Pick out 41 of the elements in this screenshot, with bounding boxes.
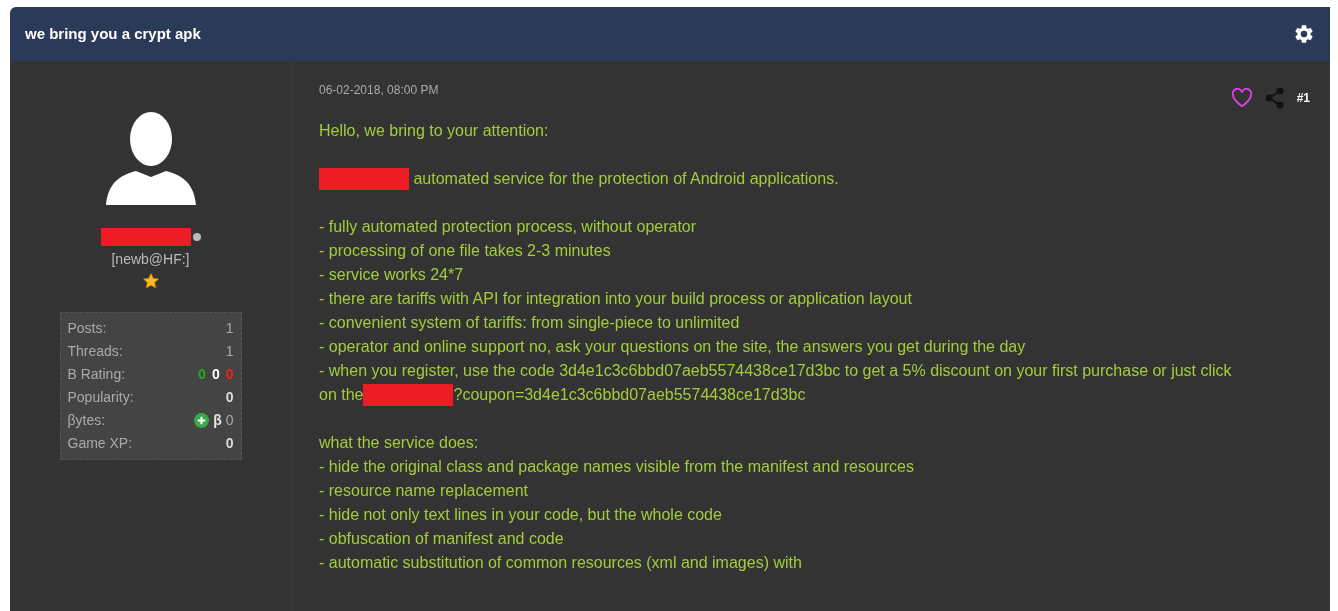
post-text: - automatic substitution of common resources (xml and images) with (319, 553, 802, 573)
post-text: - fully automated protection process, without operator (319, 217, 697, 237)
post-text: - when you register, use the code 3d4e1c3c6bbd07aeb5574438ce17d3bc to get a 5% discount on your first purchase or just click (319, 361, 1232, 381)
stat-label: βytes: (67, 411, 106, 430)
stat-value: 0 (225, 411, 234, 430)
stat-value: 1 (225, 342, 234, 361)
post-number[interactable]: #1 (1296, 89, 1310, 107)
rating-value: 0 (198, 365, 206, 384)
post-text: - there are tariffs with API for integration into your build process or application layout (319, 289, 912, 309)
star-icon (141, 272, 160, 290)
rating-value: 0 (211, 365, 220, 384)
post-text: - convenient system of tariffs: from single-piece to unlimited (319, 313, 740, 333)
post-date: 06-02-2018, 08:00 PM (319, 82, 439, 99)
post-text: - obfuscation of manifest and code (319, 529, 564, 549)
bytes-symbol: β (213, 411, 222, 430)
stat-label: Posts: (67, 319, 107, 338)
post-text: - hide not only text lines in your code, but the whole code (319, 505, 722, 525)
stat-label: Popularity: (67, 388, 134, 407)
stat-label: Threads: (67, 342, 123, 361)
stat-label: B Rating: (67, 365, 126, 384)
post-text: - operator and online support no, ask your questions on the site, the answers you get during the day (319, 337, 1026, 357)
settings-icon[interactable] (1293, 23, 1315, 45)
post-text: what the service does: (319, 433, 479, 453)
stat-value: 0 (225, 388, 234, 407)
stat-value: 0 (225, 434, 234, 453)
post-text: - service works 24*7 (319, 265, 464, 285)
post-text: ?coupon=3d4e1c3c6bbd07aeb5574438ce17d3bc (453, 385, 806, 405)
heart-icon[interactable] (1230, 88, 1253, 108)
post-text: - hide the original class and package names visible from the manifest and resources (319, 457, 914, 477)
post-text: Hello, we bring to your attention: (319, 121, 549, 141)
post-text: - resource name replacement (319, 481, 528, 501)
rating-value: 0 (225, 365, 234, 384)
post-text: automated service for the protection of Android applications. (412, 169, 839, 189)
thread-title: we bring you a crypt apk (25, 23, 201, 44)
stat-value: 1 (225, 319, 234, 338)
stat-label: Game XP: (67, 434, 133, 453)
post-text: - processing of one file takes 2-3 minutes (319, 241, 611, 261)
avatar-icon (105, 109, 196, 205)
post-text: on the (319, 385, 364, 405)
plus-icon[interactable] (194, 413, 210, 428)
user-group: [newb@HF:] (111, 249, 190, 270)
